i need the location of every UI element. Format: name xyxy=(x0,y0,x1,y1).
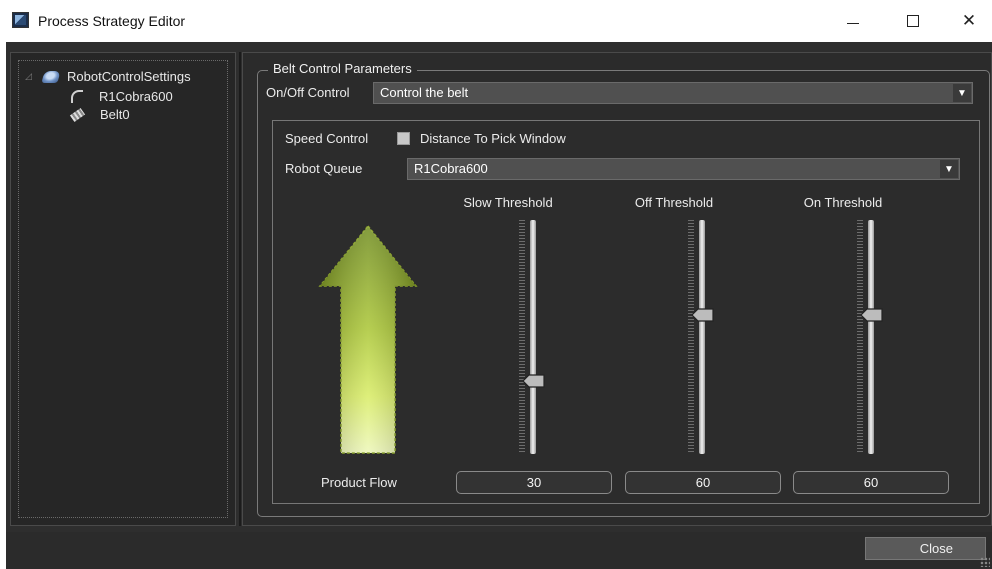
tree-item-label: R1Cobra600 xyxy=(99,89,173,104)
off-threshold-slider[interactable] xyxy=(688,220,718,454)
robot-settings-icon xyxy=(41,70,61,83)
tree-item-robot-control-settings[interactable]: ◿ RobotControlSettings xyxy=(25,69,191,84)
window-client-area: ◿ RobotControlSettings R1Cobra600 Belt0 … xyxy=(6,42,992,569)
product-flow-label: Product Flow xyxy=(321,475,397,490)
tree-item-belt0[interactable]: Belt0 xyxy=(69,107,130,122)
off-threshold-title: Off Threshold xyxy=(634,195,714,210)
footer-bar: Close xyxy=(6,532,992,569)
slider-thumb[interactable] xyxy=(861,308,883,322)
distance-to-pick-window-label[interactable]: Distance To Pick Window xyxy=(420,131,566,146)
off-threshold-value[interactable]: 60 xyxy=(625,471,781,494)
slider-thumb[interactable] xyxy=(523,374,545,388)
app-icon xyxy=(12,12,29,28)
parameters-panel: Belt Control Parameters On/Off Control C… xyxy=(242,52,992,526)
slider-scale xyxy=(688,220,694,454)
robot-arm-icon xyxy=(71,90,83,103)
maximize-button[interactable] xyxy=(890,0,936,42)
speed-control-box: Speed Control Distance To Pick Window Ro… xyxy=(272,120,980,504)
on-threshold-title: On Threshold xyxy=(803,195,883,210)
title-bar: Process Strategy Editor ✕ xyxy=(0,0,992,42)
on-off-control-value: Control the belt xyxy=(380,85,469,100)
close-icon: ✕ xyxy=(961,11,977,30)
close-button[interactable]: Close xyxy=(865,537,986,560)
robot-queue-label: Robot Queue xyxy=(285,161,363,176)
on-threshold-slider[interactable] xyxy=(857,220,887,454)
distance-to-pick-window-checkbox[interactable] xyxy=(397,132,410,145)
robot-queue-value: R1Cobra600 xyxy=(414,161,488,176)
resize-grip-icon[interactable] xyxy=(980,557,990,567)
on-off-control-label: On/Off Control xyxy=(266,85,350,100)
tree-item-r1cobra600[interactable]: R1Cobra600 xyxy=(71,89,173,104)
collapse-icon[interactable]: ◿ xyxy=(25,71,37,82)
minimize-icon xyxy=(847,22,859,24)
slow-threshold-title: Slow Threshold xyxy=(463,195,553,210)
speed-control-label: Speed Control xyxy=(285,131,369,146)
robot-queue-dropdown[interactable]: R1Cobra600 ▼ xyxy=(407,158,960,180)
tree-item-label: RobotControlSettings xyxy=(67,69,191,84)
settings-tree-panel: ◿ RobotControlSettings R1Cobra600 Belt0 xyxy=(10,52,236,526)
minimize-button[interactable] xyxy=(830,0,876,42)
slider-scale xyxy=(857,220,863,454)
settings-tree: ◿ RobotControlSettings R1Cobra600 Belt0 xyxy=(18,60,228,518)
maximize-icon xyxy=(907,15,919,27)
splitter[interactable] xyxy=(239,52,241,526)
conveyor-belt-icon xyxy=(69,107,86,122)
on-off-control-dropdown[interactable]: Control the belt ▼ xyxy=(373,82,973,104)
on-threshold-value[interactable]: 60 xyxy=(793,471,949,494)
dropdown-arrow-icon: ▼ xyxy=(940,160,958,178)
window-title: Process Strategy Editor xyxy=(38,13,186,29)
slider-thumb[interactable] xyxy=(692,308,714,322)
belt-control-parameters-group: Belt Control Parameters On/Off Control C… xyxy=(257,61,990,517)
close-window-button[interactable]: ✕ xyxy=(946,0,992,42)
slider-track[interactable] xyxy=(699,220,705,454)
slider-track[interactable] xyxy=(530,220,536,454)
slow-threshold-slider[interactable] xyxy=(519,220,549,454)
slider-track[interactable] xyxy=(868,220,874,454)
slider-scale xyxy=(519,220,525,454)
product-flow-arrow-icon xyxy=(318,224,418,454)
tree-item-label: Belt0 xyxy=(100,107,130,122)
group-title: Belt Control Parameters xyxy=(268,61,417,76)
slow-threshold-value[interactable]: 30 xyxy=(456,471,612,494)
dropdown-arrow-icon: ▼ xyxy=(953,84,971,102)
